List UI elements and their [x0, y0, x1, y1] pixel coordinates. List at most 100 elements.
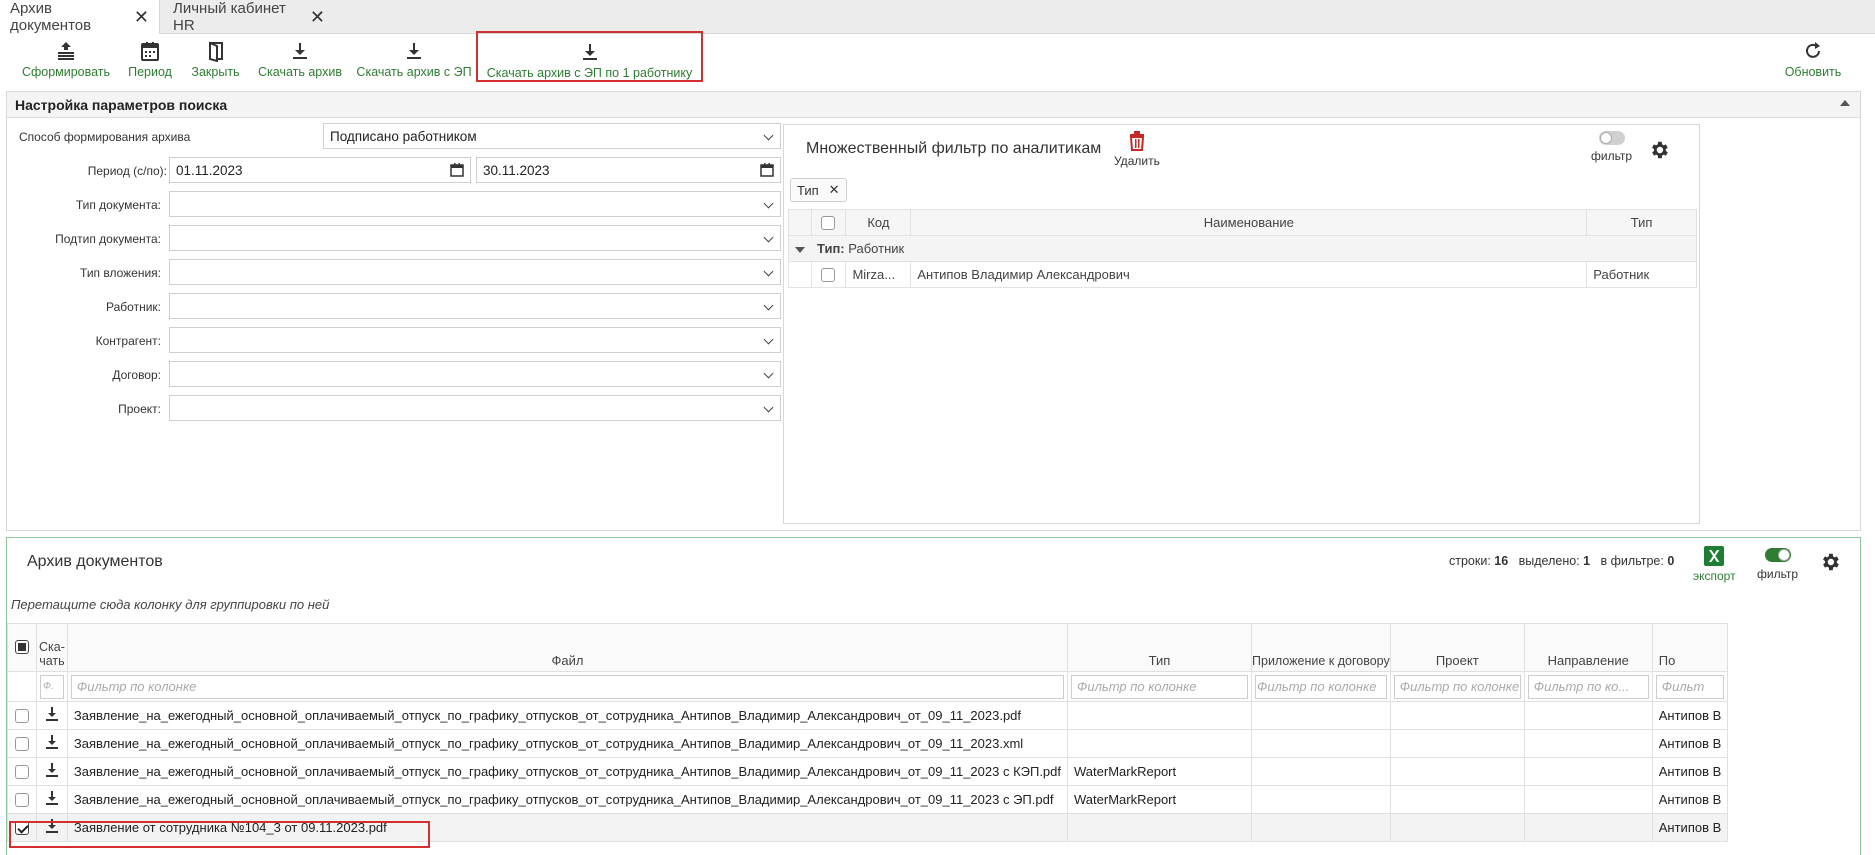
download-icon[interactable] — [45, 734, 59, 750]
download-icon[interactable] — [45, 706, 59, 722]
chevron-down-icon[interactable] — [763, 198, 774, 209]
refresh-button[interactable]: Обновить — [1778, 34, 1848, 86]
archive-filter-toggle-group[interactable]: фильтр — [1757, 548, 1798, 581]
row-checkbox-cell[interactable] — [7, 785, 37, 814]
download-archive-ep-one-button[interactable]: Скачать архив с ЭП по 1 работнику — [476, 31, 703, 82]
row-checkbox-cell[interactable] — [7, 757, 37, 786]
doc-type-select[interactable] — [169, 191, 781, 217]
filter-toggle-group[interactable]: фильтр — [1591, 131, 1632, 163]
table-row[interactable]: Заявление_на_ежегодный_основной_оплачива… — [7, 757, 1729, 786]
filter-attachment-cell: Фильтр по колонке — [1251, 671, 1391, 702]
filter-download-input[interactable]: Ф. — [40, 674, 64, 699]
chevron-down-icon[interactable] — [763, 300, 774, 311]
chevron-down-icon[interactable] — [763, 266, 774, 277]
close-icon[interactable]: ✕ — [134, 8, 149, 26]
filter-type-input[interactable]: Фильтр по колонке — [1071, 674, 1249, 699]
collapse-icon[interactable] — [1840, 100, 1850, 106]
download-archive-button[interactable]: Скачать архив — [256, 34, 344, 86]
col-employee[interactable]: По — [1651, 623, 1729, 672]
chevron-down-icon[interactable] — [763, 232, 774, 243]
archive-filter-toggle[interactable] — [1764, 548, 1791, 562]
method-value: Подписано работником — [330, 128, 477, 144]
table-row[interactable]: Mirza... Антипов Владимир Александрович … — [788, 261, 1697, 288]
chevron-down-icon[interactable] — [763, 334, 774, 345]
chevron-down-icon[interactable] — [763, 402, 774, 413]
col-code[interactable]: Код — [845, 209, 912, 236]
export-button[interactable]: экспорт — [1693, 546, 1736, 583]
table-row[interactable]: Заявление_на_ежегодный_основной_оплачива… — [7, 785, 1729, 814]
caret-down-icon[interactable] — [795, 247, 805, 253]
selected-label: выделено: — [1518, 554, 1580, 568]
form-button[interactable]: Сформировать — [20, 34, 112, 86]
filter-attachment-input[interactable]: Фильтр по колонке — [1255, 674, 1387, 699]
gear-icon[interactable] — [1819, 551, 1841, 573]
col-project[interactable]: Проект — [1389, 623, 1525, 672]
tab-archive[interactable]: Архив документов ✕ — [0, 0, 160, 34]
calendar-icon[interactable] — [450, 163, 464, 177]
counterparty-select[interactable] — [169, 327, 781, 353]
form-label: Сформировать — [21, 65, 111, 79]
filter-toggle[interactable] — [1598, 131, 1625, 145]
filter-direction-cell: Фильтр по ко... — [1523, 671, 1653, 702]
download-icon[interactable] — [45, 762, 59, 778]
filter-employee-input[interactable]: Фильт — [1655, 674, 1725, 699]
project-select[interactable] — [169, 395, 781, 421]
contract-select[interactable] — [169, 361, 781, 387]
cell-file: Заявление_на_ежегодный_основной_оплачива… — [66, 729, 1069, 758]
search-settings-header[interactable]: Настройка параметров поиска — [7, 92, 1860, 118]
row-download-cell[interactable] — [36, 729, 68, 758]
chip-label: Тип — [797, 182, 819, 198]
filter-project-input[interactable]: Фильтр по колонке — [1393, 674, 1521, 699]
period-to-field[interactable]: 30.11.2023 — [476, 157, 781, 183]
row-download-cell[interactable] — [36, 785, 68, 814]
period-from-field[interactable]: 01.11.2023 — [169, 157, 471, 183]
method-select[interactable]: Подписано работником — [323, 123, 781, 149]
col-name[interactable]: Наименование — [910, 209, 1588, 236]
row-checkbox-cell[interactable] — [7, 701, 37, 730]
filter-direction-input[interactable]: Фильтр по ко... — [1527, 674, 1649, 699]
select-all-checkbox[interactable] — [15, 639, 29, 654]
close-icon[interactable]: ✕ — [310, 8, 325, 26]
col-type[interactable]: Тип — [1067, 623, 1253, 672]
period-button[interactable]: Период — [125, 34, 175, 86]
employee-select[interactable] — [169, 293, 781, 319]
doc-subtype-select[interactable] — [169, 225, 781, 251]
row-download-cell[interactable] — [36, 701, 68, 730]
row-download-cell[interactable] — [36, 757, 68, 786]
filter-file-input[interactable]: Фильтр по колонке — [70, 674, 1065, 699]
select-all-cell[interactable] — [7, 623, 37, 672]
filter-chip-type[interactable]: Тип ✕ — [790, 178, 847, 202]
row-checkbox[interactable] — [15, 793, 29, 808]
row-checkbox[interactable] — [15, 709, 29, 724]
col-file[interactable]: Файл — [66, 623, 1069, 672]
delete-button[interactable]: Удалить — [1114, 131, 1160, 168]
attachment-type-select[interactable] — [169, 259, 781, 285]
table-row[interactable]: Заявление_на_ежегодный_основной_оплачива… — [7, 729, 1729, 758]
download-icon[interactable] — [45, 790, 59, 806]
row-checkbox[interactable] — [15, 737, 29, 752]
chevron-down-icon[interactable] — [763, 368, 774, 379]
period-to-value: 30.11.2023 — [483, 162, 550, 178]
row-checkbox[interactable] — [15, 765, 29, 780]
group-expand-cell[interactable] — [788, 235, 811, 262]
col-download[interactable]: Ска- чать — [36, 623, 68, 672]
table-row[interactable]: Заявление_на_ежегодный_основной_оплачива… — [7, 701, 1729, 730]
counterparty-label: Контрагент: — [95, 334, 161, 348]
col-attachment[interactable]: Приложение к договору — [1251, 623, 1391, 672]
col-type[interactable]: Тип — [1586, 209, 1697, 236]
group-row[interactable]: Тип: Работник — [788, 235, 1697, 262]
tab-hr-cabinet[interactable]: Личный кабинет HR ✕ — [163, 0, 335, 34]
row-checkbox-cell[interactable] — [810, 261, 847, 288]
highlight-selected-row — [9, 821, 430, 848]
chevron-down-icon[interactable] — [763, 130, 774, 141]
close-button[interactable]: Закрыть — [188, 34, 243, 86]
col-direction[interactable]: Направление — [1523, 623, 1653, 672]
download-archive-ep-button[interactable]: Скачать архив с ЭП — [356, 34, 472, 86]
select-all-checkbox-cell[interactable] — [810, 209, 847, 236]
row-checkbox[interactable] — [821, 268, 836, 283]
row-checkbox-cell[interactable] — [7, 729, 37, 758]
close-icon[interactable]: ✕ — [829, 182, 840, 198]
calendar-icon[interactable] — [760, 163, 774, 177]
select-all-checkbox[interactable] — [821, 216, 836, 231]
gear-icon[interactable] — [1648, 139, 1670, 161]
